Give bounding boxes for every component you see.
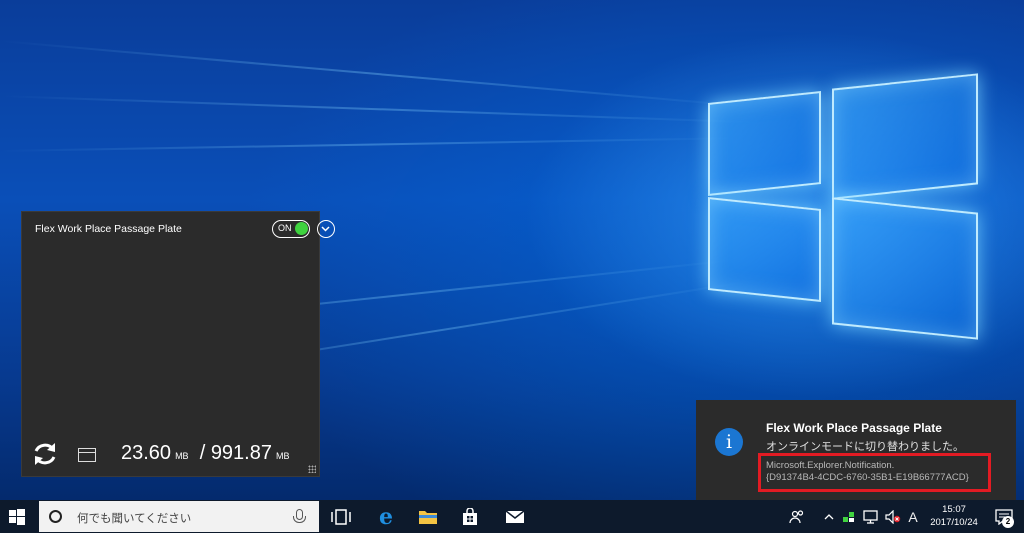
windows-logo-light: [700, 70, 1000, 360]
tray-app-button[interactable]: [840, 500, 858, 533]
network-icon: [863, 509, 878, 524]
usage-used-unit: MB: [175, 451, 189, 461]
show-hidden-icons-chevron: [824, 513, 834, 519]
edge-icon: e: [379, 503, 393, 530]
toast-notification[interactable]: i Flex Work Place Passage Plate オンラインモード…: [696, 400, 1016, 500]
usage-used: 23.60: [121, 442, 172, 464]
usage-total-unit: MB: [275, 451, 290, 461]
mail-button[interactable]: [500, 500, 530, 533]
chevron-down-icon: [321, 226, 330, 232]
light-beam: [0, 137, 740, 152]
toggle-knob: [295, 222, 308, 235]
start-icon: [9, 508, 25, 525]
usage-separator: /: [199, 442, 206, 464]
notification-count-badge: 2: [1002, 516, 1014, 528]
online-toggle[interactable]: ON: [272, 220, 310, 238]
sync-button[interactable]: [31, 440, 59, 468]
microphone-icon[interactable]: [293, 509, 306, 523]
usage-total: 991.87: [210, 442, 272, 464]
toast-source-line-2: {D91374B4-4CDC-6760-35B1-E19B66777ACD}: [766, 472, 969, 483]
resize-grip-icon[interactable]: [308, 465, 316, 473]
mail-icon: [505, 509, 525, 523]
volume-muted-icon: [885, 509, 901, 524]
file-explorer-icon: [419, 511, 437, 524]
people-button[interactable]: [786, 500, 808, 533]
task-view-icon: [331, 508, 351, 525]
info-icon: i: [715, 428, 743, 456]
flex-workplace-widget: Flex Work Place Passage Plate ON 23.60 MB…: [21, 211, 335, 477]
volume-button[interactable]: [882, 500, 904, 533]
search-box[interactable]: 何でも聞いてください: [39, 501, 319, 532]
widget-title: Flex Work Place Passage Plate: [35, 223, 182, 235]
toggle-label: ON: [278, 223, 292, 233]
toast-message: オンラインモードに切り替わりました。: [766, 441, 964, 453]
clock-time: 15:07: [942, 504, 966, 515]
people-icon: [789, 509, 804, 523]
clock-date: 2017/10/24: [930, 517, 978, 528]
clock[interactable]: 15:07 2017/10/24: [920, 503, 988, 529]
light-beam: [0, 95, 760, 124]
edge-button[interactable]: e: [371, 500, 401, 533]
taskbar: 何でも聞いてください e A 15:07 2017/10/24: [0, 500, 1024, 533]
show-hidden-icons-button[interactable]: [820, 500, 838, 533]
cortana-icon: [49, 510, 62, 523]
search-placeholder: 何でも聞いてください: [77, 513, 192, 525]
expand-button[interactable]: [317, 220, 335, 238]
store-button[interactable]: [455, 500, 485, 533]
open-window-button[interactable]: [78, 448, 96, 462]
network-button[interactable]: [860, 500, 882, 533]
sync-icon: [34, 443, 56, 465]
app-tray-icon: [843, 511, 854, 522]
file-explorer-button[interactable]: [413, 500, 443, 533]
toast-source-line-1: Microsoft.Explorer.Notification.: [766, 460, 895, 471]
toast-title: Flex Work Place Passage Plate: [766, 421, 942, 435]
start-button[interactable]: [0, 500, 34, 533]
store-icon: [463, 507, 477, 525]
data-usage: 23.60 MB / 991.87 MB: [121, 442, 289, 465]
task-view-button[interactable]: [327, 500, 355, 533]
